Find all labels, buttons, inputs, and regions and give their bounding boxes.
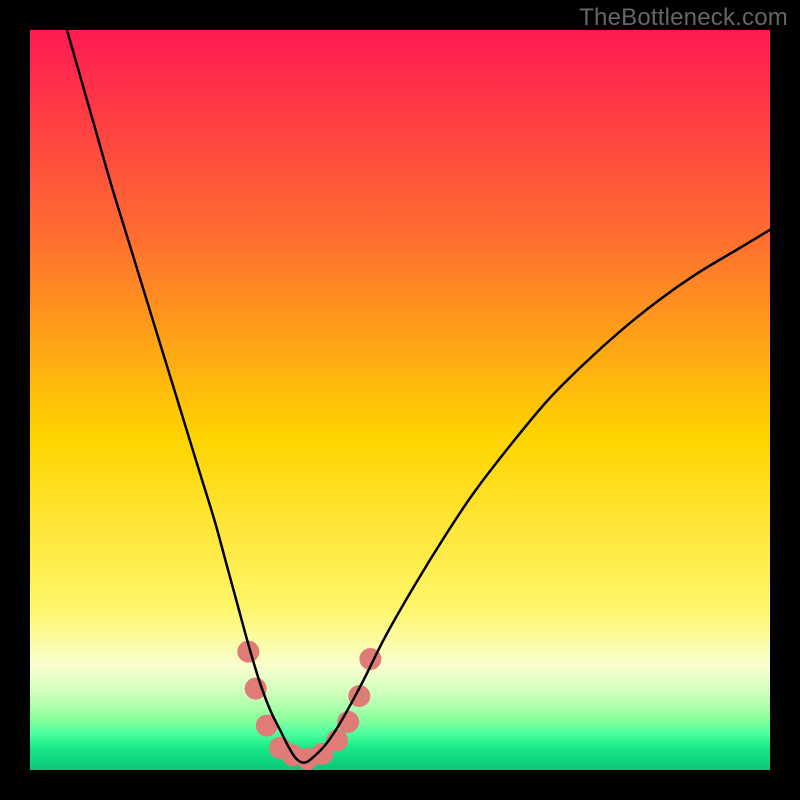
chart-svg xyxy=(30,30,770,770)
plot-area xyxy=(30,30,770,770)
gradient-background xyxy=(30,30,770,770)
watermark-text: TheBottleneck.com xyxy=(579,4,788,32)
chart-frame: TheBottleneck.com xyxy=(0,0,800,800)
